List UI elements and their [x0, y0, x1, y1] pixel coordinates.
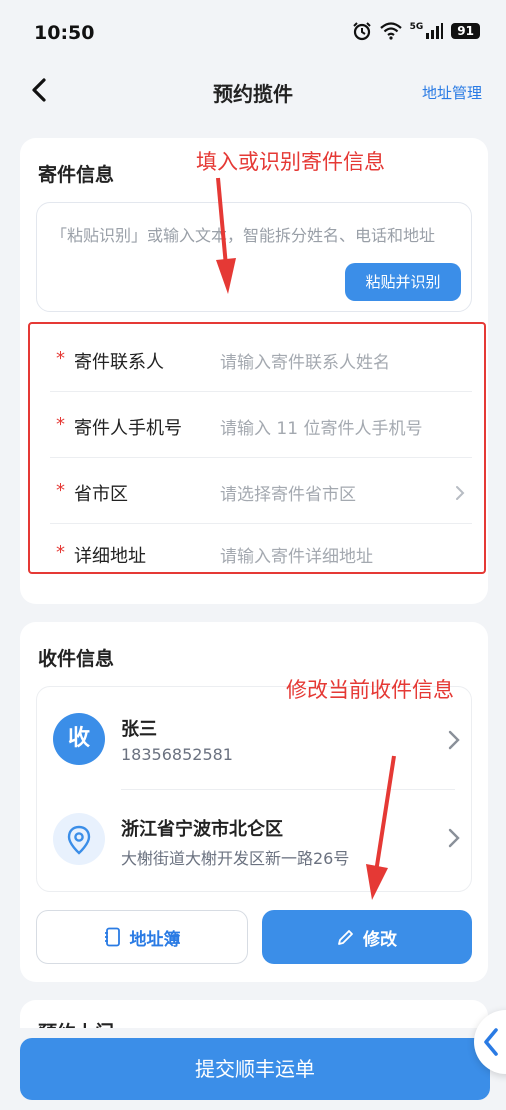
- alarm-icon: [352, 22, 371, 41]
- wifi-icon: [379, 22, 402, 40]
- receiver-avatar: 收: [53, 713, 105, 765]
- receiver-region[interactable]: 浙江省宁波市北仑区: [121, 815, 283, 841]
- receiver-phone: 18356852581: [121, 745, 233, 764]
- annotation-receiver-hint: 修改当前收件信息: [286, 678, 454, 702]
- address-book-button[interactable]: 地址簿: [36, 910, 248, 964]
- status-bar: 10:50 5G 91: [0, 0, 506, 64]
- annotation-arrow-icon: [216, 177, 236, 294]
- annotation-highlight-box: [28, 322, 486, 574]
- submit-waybill-button[interactable]: 提交顺丰运单: [20, 1038, 490, 1100]
- sender-section-title: 寄件信息: [38, 164, 115, 186]
- annotation-arrow-icon: [366, 755, 396, 900]
- submit-bar: 提交顺丰运单: [0, 1028, 506, 1110]
- paste-input-box[interactable]: 「粘贴识别」或输入文本，智能拆分姓名、电话和地址 粘贴并识别: [36, 202, 472, 312]
- network-5g-label: 5G: [409, 22, 424, 32]
- battery-indicator: 91: [451, 23, 480, 39]
- pencil-icon: [338, 930, 353, 945]
- address-book-icon: [104, 927, 120, 947]
- receiver-section-title: 收件信息: [38, 648, 115, 670]
- chevron-left-icon: [484, 1028, 498, 1056]
- divider: [121, 789, 455, 790]
- edit-receiver-button[interactable]: 修改: [262, 910, 472, 964]
- receiver-name[interactable]: 张三: [121, 715, 157, 741]
- nav-bar: 预约揽件 地址管理: [0, 64, 506, 120]
- paste-placeholder: 「粘贴识别」或输入文本，智能拆分姓名、电话和地址: [51, 226, 436, 245]
- location-pin-icon: [67, 825, 91, 855]
- side-collapse-tab[interactable]: [474, 1010, 506, 1074]
- chevron-right-icon[interactable]: [447, 827, 461, 849]
- status-time: 10:50: [34, 22, 95, 44]
- receiver-street: 大榭街道大榭开发区新一路26号: [121, 849, 350, 868]
- chevron-right-icon[interactable]: [447, 729, 461, 751]
- edit-label: 修改: [363, 929, 397, 950]
- annotation-sender-hint: 填入或识别寄件信息: [196, 150, 385, 174]
- location-icon-wrap: [53, 813, 105, 865]
- receiver-info-box: 收 张三 18356852581 浙江省宁波市北仑区 大榭街道大榭开发区新一路2…: [36, 686, 472, 892]
- paste-recognize-button[interactable]: 粘贴并识别: [345, 263, 461, 301]
- address-management-link[interactable]: 地址管理: [422, 82, 482, 103]
- status-icons: 5G 91: [352, 21, 480, 41]
- signal-icon: [426, 23, 444, 39]
- address-book-label: 地址簿: [129, 929, 181, 950]
